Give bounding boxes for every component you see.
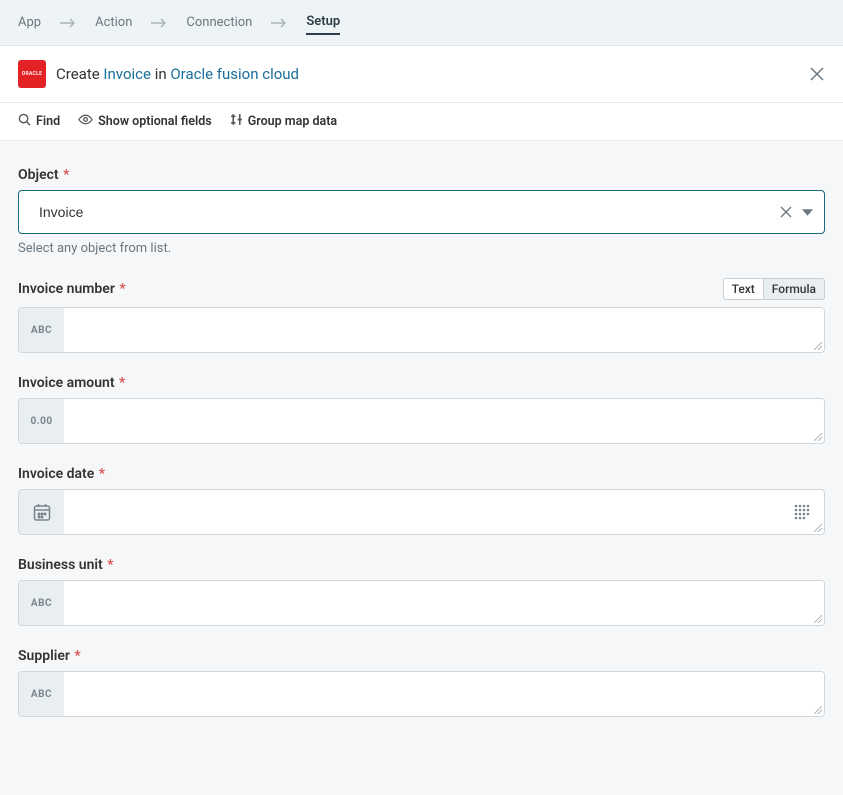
- object-help: Select any object from list.: [18, 241, 825, 256]
- arrow-right-icon: [150, 18, 168, 28]
- breadcrumb-action[interactable]: Action: [95, 11, 132, 34]
- action-title: Create Invoice in Oracle fusion cloud: [56, 65, 299, 83]
- find-button[interactable]: Find: [18, 113, 60, 130]
- search-icon: [18, 113, 31, 130]
- chevron-down-icon[interactable]: [802, 209, 813, 216]
- date-picker-icon[interactable]: [779, 490, 824, 534]
- invoice-amount-input[interactable]: [64, 399, 824, 443]
- text-type-icon: ABC: [19, 581, 64, 625]
- invoice-date-input[interactable]: [64, 490, 779, 534]
- business-unit-label: Business unit *: [18, 557, 114, 573]
- form-toolbar: Find Show optional fields Group map data: [0, 103, 843, 141]
- text-type-icon: ABC: [19, 308, 64, 352]
- field-invoice-date: Invoice date *: [18, 466, 825, 535]
- show-optional-button[interactable]: Show optional fields: [78, 113, 212, 130]
- arrow-right-icon: [59, 18, 77, 28]
- oracle-app-icon: ORACLE: [18, 60, 46, 88]
- field-invoice-amount: Invoice amount * 0.00: [18, 375, 825, 444]
- supplier-input[interactable]: [64, 672, 824, 716]
- text-formula-toggle: Text Formula: [723, 278, 825, 300]
- text-type-icon: ABC: [19, 672, 64, 716]
- field-object: Object * Select any object from list.: [18, 167, 825, 256]
- close-icon[interactable]: [809, 66, 825, 82]
- supplier-label: Supplier *: [18, 648, 81, 664]
- breadcrumb: App Action Connection Setup: [0, 0, 843, 46]
- object-label: Object *: [18, 167, 69, 183]
- business-unit-input[interactable]: [64, 581, 824, 625]
- group-icon: [230, 113, 243, 130]
- number-type-icon: 0.00: [19, 399, 64, 443]
- clear-icon[interactable]: [780, 206, 792, 218]
- app-link[interactable]: Oracle fusion cloud: [170, 65, 299, 83]
- arrow-right-icon: [270, 18, 288, 28]
- object-select[interactable]: [18, 190, 825, 234]
- object-link[interactable]: Invoice: [103, 65, 151, 83]
- invoice-number-label: Invoice number *: [18, 281, 126, 297]
- calendar-icon: [19, 490, 64, 534]
- group-map-button[interactable]: Group map data: [230, 113, 337, 130]
- breadcrumb-setup[interactable]: Setup: [306, 10, 340, 35]
- field-invoice-number: Invoice number * Text Formula ABC: [18, 278, 825, 353]
- breadcrumb-app[interactable]: App: [18, 11, 41, 34]
- breadcrumb-connection[interactable]: Connection: [186, 11, 252, 34]
- eye-icon: [78, 113, 93, 130]
- field-supplier: Supplier * ABC: [18, 648, 825, 717]
- setup-form: Object * Select any object from list. In…: [0, 141, 843, 759]
- field-business-unit: Business unit * ABC: [18, 557, 825, 626]
- invoice-amount-label: Invoice amount *: [18, 375, 125, 391]
- toggle-formula[interactable]: Formula: [763, 279, 824, 299]
- toggle-text[interactable]: Text: [724, 279, 763, 299]
- invoice-date-label: Invoice date *: [18, 466, 105, 482]
- invoice-number-input[interactable]: [64, 308, 824, 352]
- action-header: ORACLE Create Invoice in Oracle fusion c…: [0, 46, 843, 103]
